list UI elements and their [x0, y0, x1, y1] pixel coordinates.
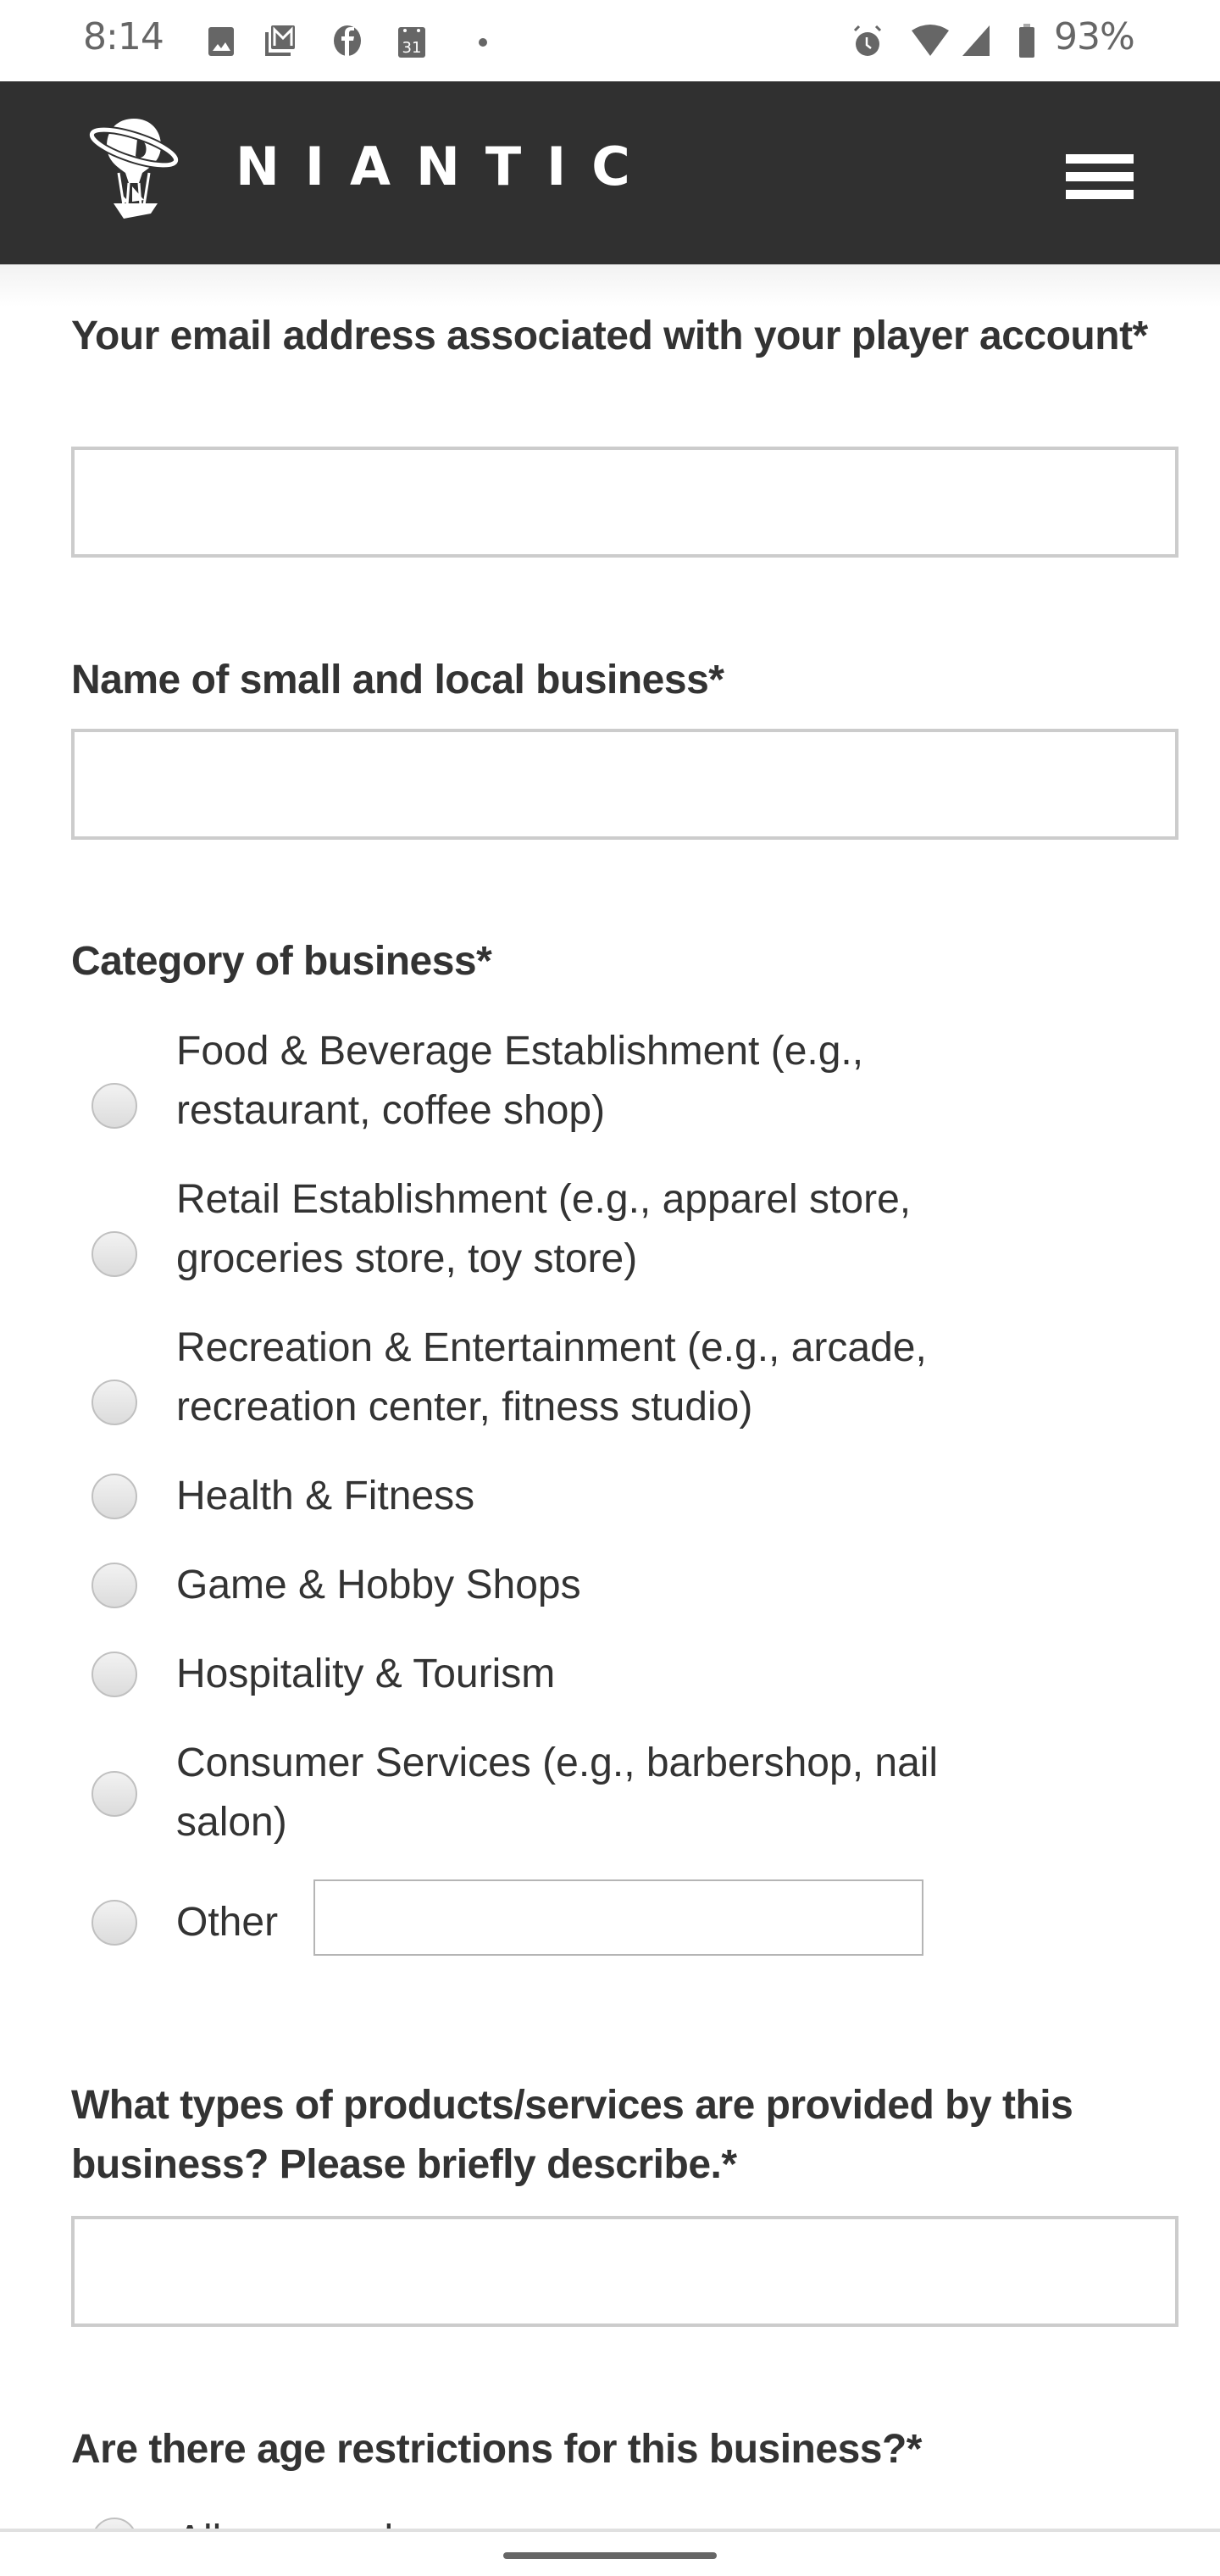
products-services-input[interactable] [71, 2216, 1178, 2327]
products-services-label: What types of products/services are prov… [71, 2076, 1173, 2195]
label-line: business? Please briefly describe.* [71, 2142, 737, 2187]
hamburger-menu-icon [1066, 154, 1134, 164]
battery-icon [1019, 24, 1034, 58]
battery-percent: 93% [1054, 15, 1135, 58]
option-label: Food & Beverage Establishment (e.g., res… [176, 1022, 1151, 1141]
category-label: Category of business* [71, 939, 492, 984]
option-label-line: salon) [176, 1800, 287, 1845]
radio-button[interactable] [92, 1563, 137, 1608]
calendar-day: 31 [402, 39, 422, 57]
option-label: Retail Establishment (e.g., apparel stor… [176, 1170, 1151, 1289]
alarm-icon [853, 25, 882, 56]
status-bar: 8:14 31 93% [0, 0, 1220, 81]
age-option-partial[interactable]: All ages welcome [0, 2512, 1220, 2529]
photos-icon [208, 27, 234, 56]
header-shadow [0, 264, 1220, 307]
option-label: Recreation & Entertainment (e.g., arcade… [176, 1319, 1151, 1437]
hamburger-menu-button[interactable] [1059, 144, 1134, 199]
label-line: What types of products/services are prov… [71, 2083, 1073, 2128]
wifi-icon [912, 25, 949, 56]
option-label-line: groceries store, toy store) [176, 1236, 638, 1281]
radio-button[interactable] [92, 1900, 137, 1946]
age-restrictions-label: Are there age restrictions for this busi… [71, 2427, 922, 2472]
option-label: All ages welcome [176, 2512, 1151, 2529]
status-time: 8:14 [83, 15, 164, 58]
option-label: Health & Fitness [176, 1474, 475, 1518]
business-name-label: Name of small and local business* [71, 658, 724, 702]
email-input[interactable] [71, 447, 1178, 558]
option-label-line: Retail Establishment (e.g., apparel stor… [176, 1177, 912, 1222]
hamburger-menu-bar [1066, 190, 1134, 199]
signal-icon [962, 25, 990, 56]
option-label: Game & Hobby Shops [176, 1563, 581, 1607]
airship-logo-icon[interactable] [85, 114, 183, 222]
home-gesture-handle[interactable] [503, 2552, 717, 2559]
option-label-line: Consumer Services (e.g., barbershop, nai… [176, 1740, 939, 1785]
email-label: Your email address associated with your … [71, 314, 1148, 358]
hamburger-menu-bar [1066, 172, 1134, 181]
radio-button[interactable] [92, 2518, 137, 2529]
radio-button[interactable] [92, 1652, 137, 1697]
option-label-line: recreation center, fitness studio) [176, 1385, 753, 1430]
business-name-input[interactable] [71, 729, 1178, 840]
option-label-line: Recreation & Entertainment (e.g., arcade… [176, 1325, 927, 1370]
gmail-icon [265, 25, 295, 56]
more-dot-icon [479, 38, 487, 47]
radio-button[interactable] [92, 1474, 137, 1519]
radio-button[interactable] [92, 1771, 137, 1817]
radio-button[interactable] [92, 1231, 137, 1277]
radio-button[interactable] [92, 1083, 137, 1129]
option-label: Hospitality & Tourism [176, 1652, 556, 1696]
option-label: Consumer Services (e.g., barbershop, nai… [176, 1734, 1151, 1852]
facebook-icon [334, 25, 361, 56]
other-category-input[interactable] [313, 1879, 923, 1956]
option-label-line: restaurant, coffee shop) [176, 1088, 606, 1133]
radio-button[interactable] [92, 1380, 137, 1425]
calendar-icon: 31 [398, 27, 425, 58]
niantic-wordmark[interactable]: NIANTIC [236, 136, 656, 197]
option-label-line: Food & Beverage Establishment (e.g., [176, 1029, 864, 1074]
